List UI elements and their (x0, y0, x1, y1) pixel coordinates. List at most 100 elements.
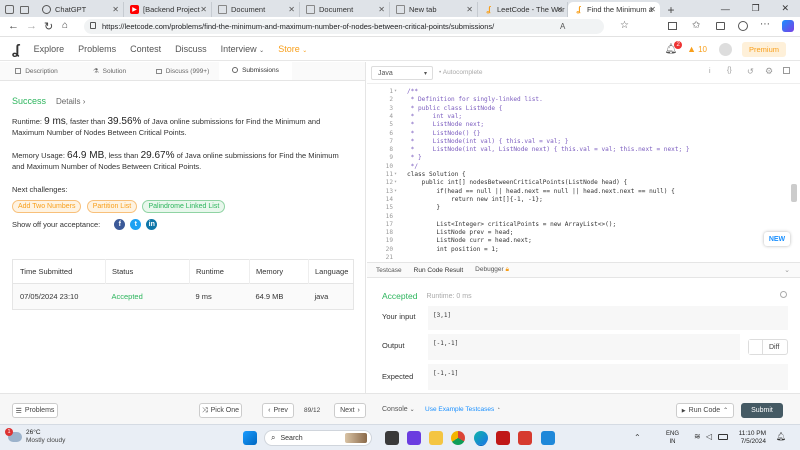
nav-contest[interactable]: Contest (130, 44, 161, 54)
info-icon[interactable]: i (709, 68, 711, 75)
tab-debugger[interactable]: Debugger 🔒︎ (475, 266, 509, 274)
maximize-icon[interactable]: ❐ (752, 3, 760, 14)
submit-button[interactable]: Submit (741, 403, 783, 418)
browser-tab-document-2[interactable]: Document ✕ (300, 2, 390, 17)
url-bar[interactable]: https://leetcode.com/problems/find-the-m… (84, 19, 604, 34)
tray-overflow-icon[interactable]: ⌃ (634, 433, 641, 442)
settings-icon[interactable]: ⚙︎ (765, 66, 773, 77)
browser-tab-youtube[interactable]: ▶ [Backend Project ✕ (124, 2, 212, 17)
help-icon[interactable]: ◔ (496, 406, 500, 413)
language-select[interactable]: Java ▾ (371, 66, 433, 80)
split-screen-icon[interactable] (668, 22, 677, 30)
tab-submissions[interactable]: Submissions (219, 62, 292, 80)
tab-testcase[interactable]: Testcase (376, 267, 402, 274)
mail-icon[interactable] (518, 431, 532, 445)
browser-tab-document-1[interactable]: Document ✕ (212, 2, 300, 17)
home-icon[interactable]: ⌂ (62, 20, 68, 31)
info-circle-icon[interactable] (780, 291, 787, 298)
notification-bell-icon[interactable]: 🔔︎ 2 (664, 40, 683, 55)
volume-icon[interactable]: ◁ (706, 432, 712, 441)
nav-store[interactable]: Store ⌄ (278, 44, 307, 54)
tab-run-code-result[interactable]: Run Code Result (414, 267, 464, 274)
braces-icon[interactable]: {} (727, 67, 732, 74)
challenge-add-two-numbers[interactable]: Add Two Numbers (12, 200, 82, 213)
console-toggle[interactable]: Console ⌄ (382, 406, 415, 413)
collections-icon[interactable] (716, 22, 725, 30)
read-aloud-icon[interactable]: A (560, 22, 565, 31)
tab-solution[interactable]: ⚗︎ Solution (73, 62, 146, 80)
toggle-switch[interactable] (749, 340, 763, 354)
use-example-testcases-link[interactable]: Use Example Testcases (425, 406, 494, 413)
pick-one-button[interactable]: ⤨ Pick One (199, 403, 242, 418)
meet-icon[interactable] (407, 431, 421, 445)
wifi-icon[interactable]: ≋ (694, 432, 701, 441)
collapse-icon[interactable]: ⌄ (784, 266, 790, 274)
challenge-partition-list[interactable]: Partition List (86, 200, 138, 213)
prev-button[interactable]: ‹ Prev (262, 403, 294, 418)
tab-group-icon[interactable] (20, 5, 29, 14)
close-tab-icon[interactable]: ✕ (112, 5, 119, 14)
refresh-icon[interactable]: ↻ (44, 20, 53, 33)
vertical-scrollbar[interactable] (791, 184, 797, 202)
fold-arrow-icon[interactable]: ▾ (394, 188, 397, 194)
close-tab-icon[interactable]: ✕ (649, 5, 656, 14)
leetcode-logo-icon[interactable]: ʆ (12, 41, 20, 57)
language-indicator[interactable]: ENG IN (666, 430, 679, 446)
windows-start-icon[interactable] (243, 431, 257, 445)
tab-discuss[interactable]: Discuss (999+) (146, 62, 219, 80)
favorite-star-icon[interactable]: ☆ (620, 20, 629, 31)
close-tab-icon[interactable]: ✕ (288, 5, 295, 14)
problems-button[interactable]: ☰ Problems (12, 403, 58, 418)
browser-tab-active[interactable]: ʆ Find the Minimum a ✕ (568, 2, 660, 17)
browser-tab-new-tab[interactable]: New tab ✕ (390, 2, 478, 17)
fold-arrow-icon[interactable]: ▾ (394, 179, 397, 185)
challenge-palindrome-linked-list[interactable]: Palindrome Linked List (142, 200, 226, 213)
mcafee-icon[interactable] (496, 431, 510, 445)
fold-arrow-icon[interactable]: ▾ (394, 171, 397, 177)
vscode-icon[interactable] (541, 431, 555, 445)
notification-center-icon[interactable]: 🔔︎ (776, 432, 786, 441)
chrome-icon[interactable] (451, 431, 465, 445)
browser-tab-chatgpt[interactable]: ChatGPT ✕ (36, 2, 124, 17)
edge-icon[interactable] (474, 431, 488, 445)
user-avatar[interactable] (718, 42, 732, 56)
fullscreen-icon[interactable] (783, 67, 790, 74)
linkedin-icon[interactable]: in (146, 219, 158, 230)
close-tab-icon[interactable]: ✕ (200, 5, 207, 14)
clock[interactable]: 11:10 PM 7/5/2024 (734, 430, 766, 446)
table-row[interactable]: 07/05/2024 23:10 Accepted 9 ms 64.9 MB j… (12, 283, 354, 310)
cell-status-accepted[interactable]: Accepted (106, 284, 190, 310)
new-badge[interactable]: NEW (764, 232, 790, 246)
details-link[interactable]: Details › (56, 97, 85, 106)
diff-toggle[interactable]: Diff (748, 339, 788, 355)
close-tab-icon[interactable]: ✕ (466, 5, 473, 14)
browser-tab-leetcode[interactable]: ʆ LeetCode - The Wor ✕ (478, 2, 568, 17)
favorites-icon[interactable]: ✩ (692, 20, 700, 31)
new-tab-button[interactable]: + (660, 2, 682, 17)
weather-widget[interactable]: 1 26°C Mostly cloudy (5, 428, 65, 445)
nav-interview[interactable]: Interview ⌄ (221, 44, 265, 54)
nav-problems[interactable]: Problems (78, 44, 116, 54)
nav-discuss[interactable]: Discuss (175, 44, 207, 54)
premium-button[interactable]: Premium (741, 41, 786, 57)
facebook-icon[interactable]: f (114, 219, 126, 230)
twitter-icon[interactable]: t (130, 219, 142, 230)
profile-avatar-icon[interactable] (738, 21, 748, 31)
more-menu-icon[interactable]: ⋯ (760, 19, 770, 30)
copilot-icon[interactable] (782, 20, 794, 32)
file-explorer-icon[interactable] (429, 431, 443, 445)
close-window-icon[interactable]: ✕ (782, 3, 790, 14)
forward-icon[interactable]: → (26, 20, 37, 32)
fold-arrow-icon[interactable]: ▾ (394, 88, 397, 94)
minimize-icon[interactable]: — (721, 4, 730, 14)
task-view-icon[interactable] (385, 431, 399, 445)
next-button[interactable]: Next › (334, 403, 366, 418)
run-code-button[interactable]: ▶ Run Code ⌃ (676, 403, 734, 418)
taskbar-search[interactable]: ⌕ Search (264, 430, 372, 446)
autocomplete-toggle[interactable]: • Autocomplete (439, 69, 482, 76)
close-tab-icon[interactable]: ✕ (378, 5, 385, 14)
reset-icon[interactable]: ↺ (747, 67, 754, 76)
nav-explore[interactable]: Explore (34, 44, 65, 54)
profile-icon[interactable] (5, 5, 14, 14)
streak-counter[interactable]: ▲ 10 (687, 44, 707, 54)
